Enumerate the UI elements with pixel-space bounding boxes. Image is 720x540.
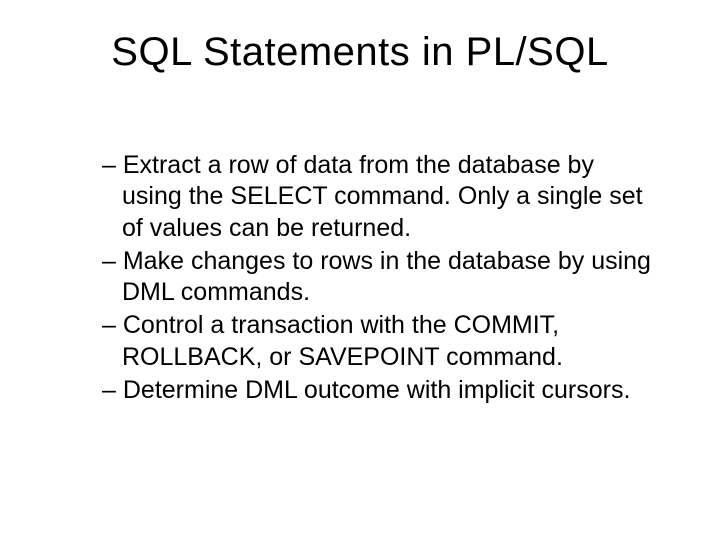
bullet-item: Extract a row of data from the database … [102, 150, 660, 244]
bullet-item: Determine DML outcome with implicit curs… [102, 375, 660, 406]
bullet-item: Control a transaction with the COMMIT, R… [102, 310, 660, 373]
bullet-item: Make changes to rows in the database by … [102, 246, 660, 309]
bullet-list: Extract a row of data from the database … [60, 150, 660, 406]
slide-title: SQL Statements in PL/SQL [60, 30, 660, 75]
